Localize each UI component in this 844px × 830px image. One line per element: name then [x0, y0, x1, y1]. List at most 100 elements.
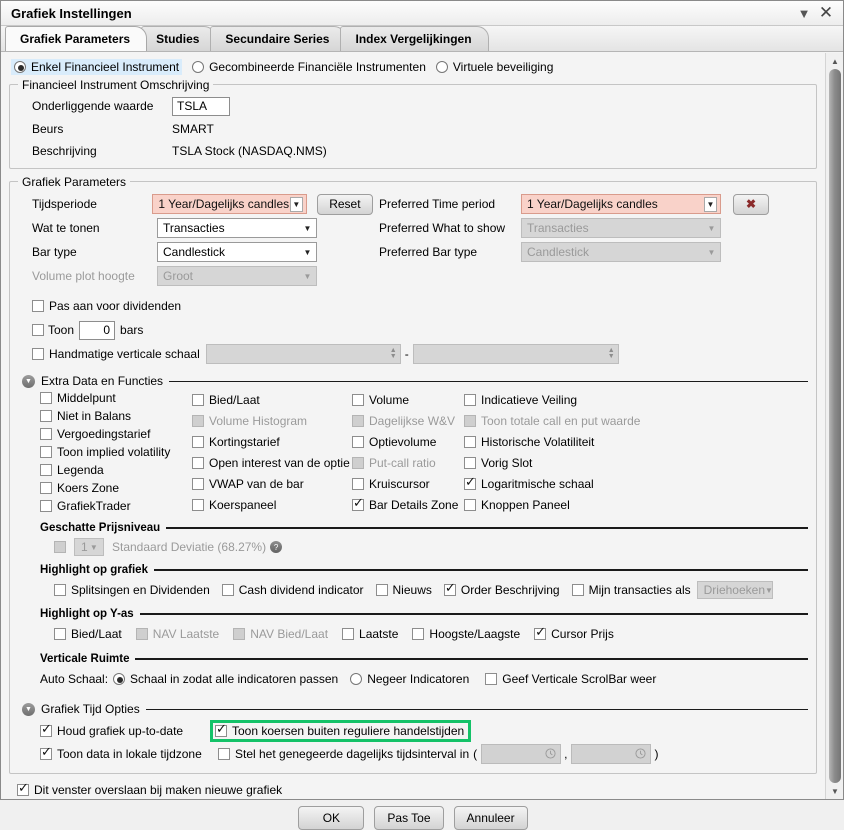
close-icon[interactable]: ✕ [815, 3, 837, 23]
checkbox-label: Middelpunt [57, 391, 116, 405]
checkbox-logaritmische-schaal[interactable]: Logaritmische schaal [464, 475, 808, 492]
tab-index-vergelijkingen[interactable]: Index Vergelijkingen [340, 26, 489, 51]
manual-scale-checkbox[interactable] [32, 348, 44, 360]
checkbox-cash-dividend-indicator[interactable]: Cash dividend indicator [221, 583, 364, 597]
checkbox-indicator [352, 393, 364, 406]
radio-negeer-indicatoren[interactable]: Negeer Indicatoren [350, 672, 469, 686]
checkbox-label: Hoogste/Laagste [429, 627, 521, 641]
price-level-label: Standaard Deviatie (68.27%) [112, 540, 267, 554]
radio-enkel-financieel-instrument[interactable]: Enkel Financieel Instrument [11, 59, 183, 75]
time-options-row-1: Houd grafiek up-to-date Toon koersen bui… [18, 719, 808, 742]
checkbox-nieuws[interactable]: Nieuws [375, 583, 432, 597]
exchange-value: SMART [172, 122, 214, 136]
skip-window-checkbox[interactable] [17, 781, 29, 796]
checkbox-niet-in-balans[interactable]: Niet in Balans [40, 409, 192, 423]
checkbox-indicatieve-veiling[interactable]: Indicatieve Veiling [464, 391, 808, 408]
timeperiod-row: Tijdsperiode 1 Year/Dagelijks candles ▼ … [32, 192, 373, 216]
checkbox-vergoedingstarief[interactable]: Vergoedingstarief [40, 427, 192, 441]
tab-secundaire-series[interactable]: Secundaire Series [210, 26, 347, 51]
chevron-down-circle-icon[interactable]: ▼ [22, 702, 35, 716]
adjust-dividends-checkbox[interactable] [32, 300, 44, 312]
show-bars-input[interactable] [79, 320, 116, 340]
checkbox-mijn-transacties-als[interactable]: Mijn transacties als [571, 583, 691, 597]
checkbox-splitsingen-en-dividenden[interactable]: Splitsingen en Dividenden [54, 583, 210, 597]
checkbox-cursor-prijs[interactable]: Cursor Prijs [534, 625, 614, 641]
chevron-down-icon[interactable]: ▼ [793, 3, 815, 23]
help-icon[interactable]: ? [270, 541, 283, 553]
checkbox-label: Nieuws [392, 583, 432, 597]
checkbox-genegeerde-tijdsinterval[interactable]: Stel het genegeerde dagelijks tijdsinter… [218, 747, 469, 761]
scroll-up-icon[interactable]: ▲ [826, 53, 844, 69]
scrollbar-track[interactable] [829, 69, 841, 783]
checkbox-nav-bied-laat: NAV Bied/Laat [233, 627, 328, 641]
chart-settings-dialog: Grafiek Instellingen ▼ ✕ Grafiek Paramet… [0, 0, 844, 830]
skip-window-row[interactable]: Dit venster overslaan bij maken nieuwe g… [9, 781, 817, 797]
adjust-dividends-row[interactable]: Pas aan voor dividenden [18, 294, 808, 318]
extra-data-grid: Middelpunt Niet in Balans Vergoedingstar… [18, 391, 808, 513]
underlying-input[interactable] [172, 96, 230, 116]
vertical-space-row: Auto Schaal: Schaal in zodat alle indica… [18, 668, 808, 690]
checkbox-put-call-ratio: Put-call ratio [352, 454, 464, 471]
radio-indicator [113, 673, 126, 685]
checkbox-open-interest-optie[interactable]: Open interest van de optie [192, 454, 352, 471]
checkbox-laatste[interactable]: Laatste [342, 627, 398, 641]
timeperiod-combo[interactable]: 1 Year/Dagelijks candles ▼ [152, 194, 307, 214]
checkbox-label: Put-call ratio [369, 455, 436, 470]
checkbox-order-beschrijving[interactable]: Order Beschrijving [443, 581, 560, 597]
checkbox-label: Splitsingen en Dividenden [71, 583, 210, 597]
checkbox-toon-data-lokale-tijdzone[interactable]: Toon data in lokale tijdzone [40, 745, 210, 761]
radio-schaal-indicatoren-passen[interactable]: Schaal in zodat alle indicatoren passen [113, 672, 338, 686]
price-level-checkbox [54, 541, 66, 553]
checkbox-toon-implied-volatility[interactable]: Toon implied volatility [40, 445, 192, 459]
tab-grafiek-parameters[interactable]: Grafiek Parameters [5, 26, 148, 51]
checkbox-y-bied-laat[interactable]: Bied/Laat [54, 627, 122, 641]
vertical-scrollbar[interactable]: ▲ ▼ [825, 53, 843, 799]
checkbox-vorig-slot[interactable]: Vorig Slot [464, 454, 808, 471]
checkbox-vwap-van-de-bar[interactable]: VWAP van de bar [192, 475, 352, 492]
checkbox-historische-volatiliteit[interactable]: Historische Volatiliteit [464, 433, 808, 450]
bartype-combo[interactable]: Candlestick ▼ [157, 242, 317, 262]
radio-gecombineerde-instrumenten[interactable]: Gecombineerde Financiële Instrumenten [192, 60, 426, 74]
clear-preferred-button[interactable]: ✖ [733, 193, 769, 215]
radio-indicator [350, 673, 363, 685]
checkbox-kruiscursor[interactable]: Kruiscursor [352, 475, 464, 492]
whattoshow-combo[interactable]: Transacties ▼ [157, 218, 317, 238]
reset-button[interactable]: Reset [316, 193, 373, 215]
checkbox-label: Toon implied volatility [57, 445, 171, 459]
checkbox-label: VWAP van de bar [209, 476, 304, 491]
interval-from-field [481, 743, 562, 764]
show-bars-checkbox[interactable] [32, 324, 44, 336]
checkbox-indicator [464, 475, 476, 490]
checkbox-bied-laat[interactable]: Bied/Laat [192, 391, 352, 408]
checkbox-indicator [352, 414, 364, 427]
checkbox-koerspaneel[interactable]: Koerspaneel [192, 496, 352, 513]
checkbox-indicator [40, 446, 52, 458]
highlight-chart-title: Highlight op grafiek [40, 564, 148, 576]
preferred-timeperiod-combo[interactable]: 1 Year/Dagelijks candles ▼ [521, 194, 721, 214]
checkbox-volume[interactable]: Volume [352, 391, 464, 408]
checkbox-knoppen-paneel[interactable]: Knoppen Paneel [464, 496, 808, 513]
checkbox-kortingstarief[interactable]: Kortingstarief [192, 433, 352, 450]
checkbox-verticale-scrollbar[interactable]: Geef Verticale ScrolBar weer [485, 672, 656, 686]
cancel-button[interactable]: Annuleer [453, 806, 528, 830]
radio-virtuele-beveiliging[interactable]: Virtuele beveiliging [435, 60, 553, 74]
chevron-down-circle-icon[interactable]: ▼ [22, 374, 35, 388]
scroll-down-icon[interactable]: ▼ [826, 783, 844, 799]
checkbox-optievolume[interactable]: Optievolume [352, 433, 464, 450]
chevron-down-icon: ▼ [303, 271, 312, 281]
checkbox-middelpunt[interactable]: Middelpunt [40, 391, 192, 405]
ok-button[interactable]: OK [298, 806, 365, 830]
apply-button[interactable]: Pas Toe [374, 806, 444, 830]
checkbox-houd-grafiek-uptodate[interactable]: Houd grafiek up-to-date [40, 722, 210, 738]
scrollbar-thumb[interactable] [829, 69, 841, 783]
checkbox-toon-koersen-buiten-handelstijden[interactable]: Toon koersen buiten reguliere handelstij… [215, 722, 464, 738]
interval-comma: , [564, 746, 568, 761]
checkbox-legenda[interactable]: Legenda [40, 463, 192, 477]
transactions-marker-combo: Driehoeken ▼ [696, 581, 773, 599]
checkbox-grafiektrader[interactable]: GrafiekTrader [40, 499, 192, 513]
checkbox-bar-details-zone[interactable]: Bar Details Zone [352, 496, 464, 513]
checkbox-hoogste-laagste[interactable]: Hoogste/Laagste [412, 627, 520, 641]
tab-studies[interactable]: Studies [141, 26, 217, 51]
instrument-mode-group: Enkel Financieel Instrument Gecombineerd… [9, 59, 817, 75]
checkbox-koers-zone[interactable]: Koers Zone [40, 481, 192, 495]
